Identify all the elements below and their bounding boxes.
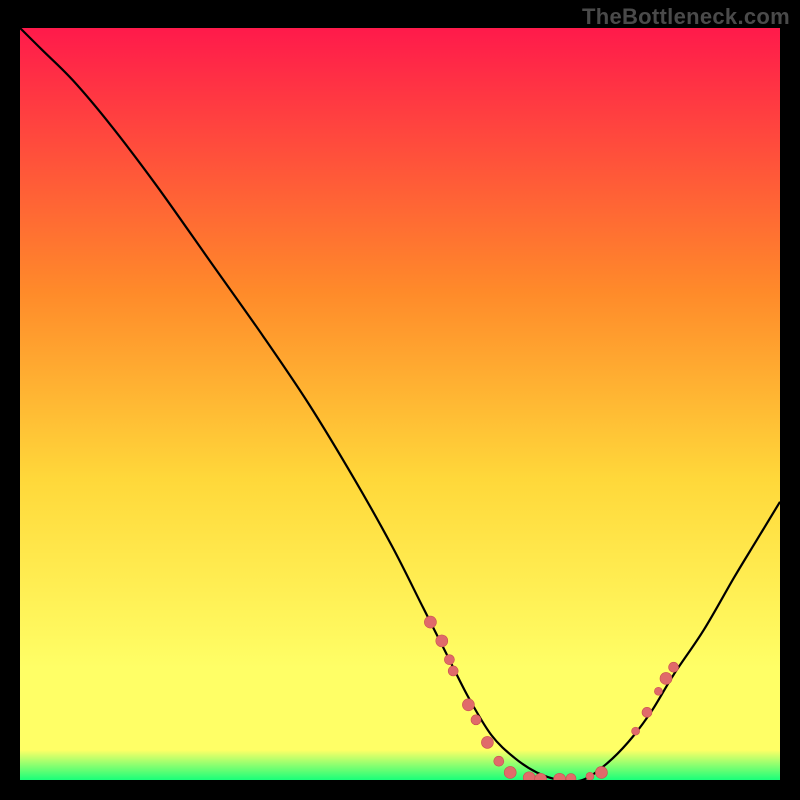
data-point: [669, 662, 679, 672]
data-point: [436, 635, 448, 647]
data-point: [504, 766, 516, 778]
data-point: [481, 736, 493, 748]
data-point: [462, 699, 474, 711]
data-point: [642, 707, 652, 717]
data-point: [595, 766, 607, 778]
bottleneck-curve-chart: [20, 28, 780, 780]
data-point: [654, 687, 662, 695]
data-point: [471, 715, 481, 725]
data-point: [444, 655, 454, 665]
watermark-text: TheBottleneck.com: [582, 4, 790, 30]
plot-area: [20, 28, 780, 780]
data-point: [424, 616, 436, 628]
data-point: [586, 772, 594, 780]
data-point: [660, 672, 672, 684]
gradient-background: [20, 28, 780, 780]
data-point: [448, 666, 458, 676]
chart-frame: TheBottleneck.com: [0, 0, 800, 800]
data-point: [632, 727, 640, 735]
data-point: [494, 756, 504, 766]
